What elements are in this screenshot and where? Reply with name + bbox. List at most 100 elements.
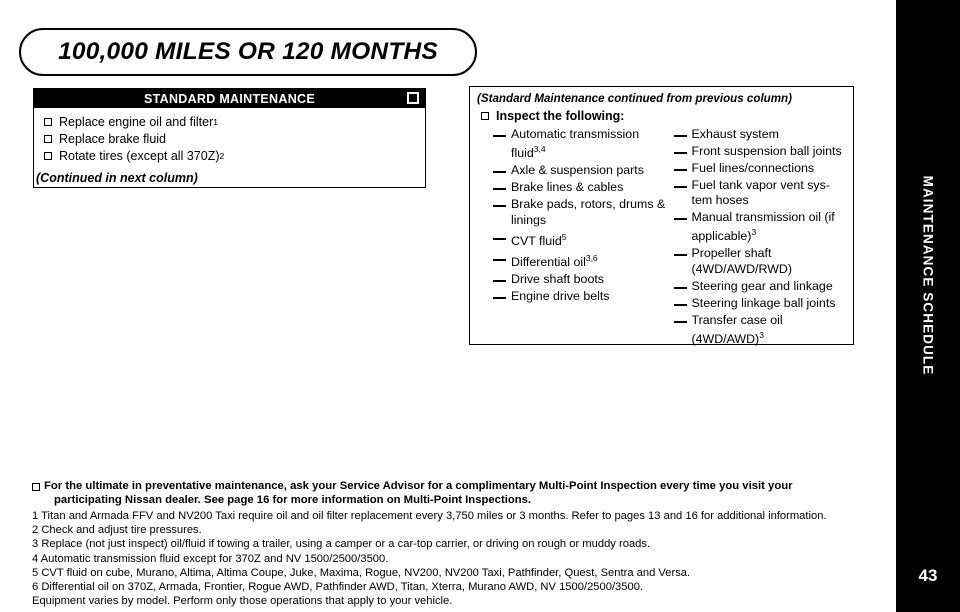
- inspect-item-label: Fuel tank vapor vent sys-tem hoses: [691, 177, 830, 208]
- footnote-line: 4 Automatic transmission fluid except fo…: [32, 552, 389, 565]
- dash-icon: [673, 168, 687, 171]
- highlight-line-1: For the ultimate in preventative mainten…: [44, 480, 793, 492]
- inspect-item: Engine drive belts: [493, 289, 666, 304]
- maintenance-item-label: Replace brake fluid: [59, 132, 167, 146]
- inspect-column-1: Automatic transmission fluid3,4 Axle & su…: [493, 127, 666, 349]
- inspect-item-label: Propeller shaft (4WD/AWD/RWD): [691, 246, 793, 276]
- dash-icon: [673, 254, 687, 257]
- inspect-item-label: Manual transmission oil (if applicable)3: [691, 210, 835, 244]
- page-number: 43: [918, 566, 938, 585]
- inspect-columns: Automatic transmission fluid3,4 Axle & su…: [477, 127, 846, 349]
- inspect-item: Differential oil3,6: [493, 251, 666, 271]
- multipoint-inspection-highlight: For the ultimate in preventative mainten…: [32, 480, 877, 507]
- inspect-item: Steering gear and linkage: [673, 278, 847, 294]
- footnote-marker: 1: [213, 117, 219, 127]
- inspect-item: Fuel tank vapor vent sys-tem hoses: [673, 177, 847, 209]
- footnote-line: 6 Differential oil on 370Z, Armada, Fron…: [32, 581, 644, 594]
- maintenance-item-label: Replace engine oil and filter: [59, 115, 214, 129]
- inspect-item: Exhaust system: [673, 127, 847, 142]
- inspect-item-label: Steering gear and linkage: [691, 278, 833, 293]
- dash-icon: [493, 258, 506, 261]
- inspect-item-label: Exhaust system: [691, 127, 779, 141]
- dash-icon: [493, 237, 506, 240]
- inspect-item-label: Steering linkage ball joints: [691, 295, 836, 310]
- footnote-line: Equipment varies by model. Perform only …: [32, 595, 453, 608]
- inspect-item-label: CVT fluid5: [511, 231, 567, 248]
- footnote-line: 3 Replace (not just inspect) oil/fluid i…: [32, 538, 651, 551]
- footnote-line: 5 CVT fluid on cube, Murano, Altima, Alt…: [32, 566, 691, 579]
- inspect-heading-row: Inspect the following:: [479, 108, 846, 124]
- page-title: 100,000 MILES OR 120 MONTHS: [58, 38, 438, 65]
- dash-icon: [493, 171, 506, 174]
- standard-maintenance-continued-box: (Standard Maintenance continued from pre…: [469, 86, 854, 346]
- inspect-item: Manual transmission oil (if applicable)3: [673, 210, 847, 245]
- footnote-marker: 2: [219, 151, 225, 161]
- maintenance-item: Rotate tires (except all 370Z) 2: [42, 148, 425, 164]
- checkbox-icon: [44, 118, 52, 126]
- continued-from-previous-column-title: (Standard Maintenance continued from pre…: [477, 92, 792, 105]
- footnotes-block: For the ultimate in preventative mainten…: [32, 480, 877, 608]
- inspect-item: Steering linkage ball joints: [673, 295, 847, 311]
- inspect-item: Drive shaft boots: [493, 272, 666, 287]
- checkbox-icon: [44, 152, 52, 160]
- inspect-item-label: Axle & suspension parts: [511, 163, 644, 178]
- dash-icon: [493, 135, 506, 137]
- dash-icon: [673, 286, 687, 289]
- inspect-item-label: Engine drive belts: [511, 288, 610, 303]
- dash-icon: [493, 279, 506, 282]
- footnote-list: 1 Titan and Armada FFV and NV200 Taxi re…: [32, 509, 877, 608]
- inspect-item-label: Automatic transmission fluid3,4: [511, 127, 640, 161]
- dash-icon: [673, 320, 687, 323]
- inspect-item-label: Brake pads, rotors, drums & linings: [511, 197, 666, 227]
- inspect-item: Front suspension ball joints: [673, 143, 847, 159]
- inspect-item: Propeller shaft (4WD/AWD/RWD): [673, 246, 847, 277]
- maintenance-item: Replace engine oil and filter 1: [42, 114, 425, 130]
- footnote-marker: 3: [751, 227, 757, 238]
- continued-next-column-note: (Continued in next column): [36, 171, 198, 185]
- dash-icon: [673, 185, 687, 188]
- sidebar-section-label: MAINTENANCE SCHEDULE: [920, 175, 936, 376]
- footnote-marker: 3: [759, 330, 764, 340]
- inspect-item-label: Differential oil3,6: [511, 252, 598, 269]
- footnote-marker: 3,4: [533, 144, 546, 155]
- inspect-item-label: Front suspension ball joints: [691, 143, 842, 158]
- inspect-item: Brake lines & cables: [493, 180, 666, 195]
- checkbox-icon: [44, 135, 52, 143]
- dash-icon: [493, 188, 506, 191]
- standard-maintenance-list: Replace engine oil and filter 1 Replace br…: [34, 108, 425, 164]
- inspect-item-label: Fuel lines/connections: [691, 160, 815, 175]
- sidebar-tab: MAINTENANCE SCHEDULE 43: [896, 0, 960, 612]
- dash-icon: [673, 303, 687, 306]
- inspect-item: Automatic transmission fluid3,4: [493, 127, 666, 162]
- inspect-item-label: Brake lines & cables: [511, 180, 624, 195]
- inspect-heading-label: Inspect the following:: [496, 109, 625, 123]
- checkbox-icon: [481, 112, 489, 120]
- inspect-column-2: Exhaust system Front suspension ball join…: [673, 127, 847, 349]
- inspect-item: Axle & suspension parts: [493, 163, 666, 178]
- page-title-pill: 100,000 MILES OR 120 MONTHS: [19, 28, 477, 76]
- checkbox-marker-icon: [407, 92, 419, 104]
- dash-icon: [673, 151, 687, 154]
- highlight-line-2: participating Nissan dealer. See page 16…: [54, 493, 532, 506]
- inspect-item-label: Transfer case oil (4WD/AWD)3: [691, 312, 783, 347]
- checkbox-icon: [32, 483, 40, 491]
- dash-icon: [493, 296, 506, 299]
- standard-maintenance-header: STANDARD MAINTENANCE: [34, 89, 425, 108]
- footnote-line: 1 Titan and Armada FFV and NV200 Taxi re…: [32, 510, 827, 522]
- inspect-item: CVT fluid5: [493, 230, 666, 250]
- inspect-item: Brake pads, rotors, drums & linings: [493, 197, 666, 228]
- inspect-item: Fuel lines/connections: [673, 160, 847, 176]
- standard-maintenance-header-text: STANDARD MAINTENANCE: [143, 91, 316, 106]
- multipoint-inspection-text: For the ultimate in preventative mainten…: [44, 480, 793, 507]
- dash-icon: [493, 205, 506, 208]
- footnote-marker: 5: [561, 231, 567, 242]
- page-root: MAINTENANCE SCHEDULE 43 100,000 MILES OR…: [0, 0, 960, 612]
- inspect-item: Transfer case oil (4WD/AWD)3: [673, 312, 847, 348]
- footnote-marker: 3,6: [585, 252, 598, 263]
- inspect-item-label: Drive shaft boots: [511, 271, 604, 286]
- standard-maintenance-box: STANDARD MAINTENANCE Replace engine oil …: [33, 88, 426, 188]
- footnote-line: 2 Check and adjust tire pressures.: [32, 524, 202, 537]
- maintenance-item-label: Rotate tires (except all 370Z): [59, 149, 220, 163]
- dash-icon: [673, 135, 687, 137]
- dash-icon: [673, 218, 687, 221]
